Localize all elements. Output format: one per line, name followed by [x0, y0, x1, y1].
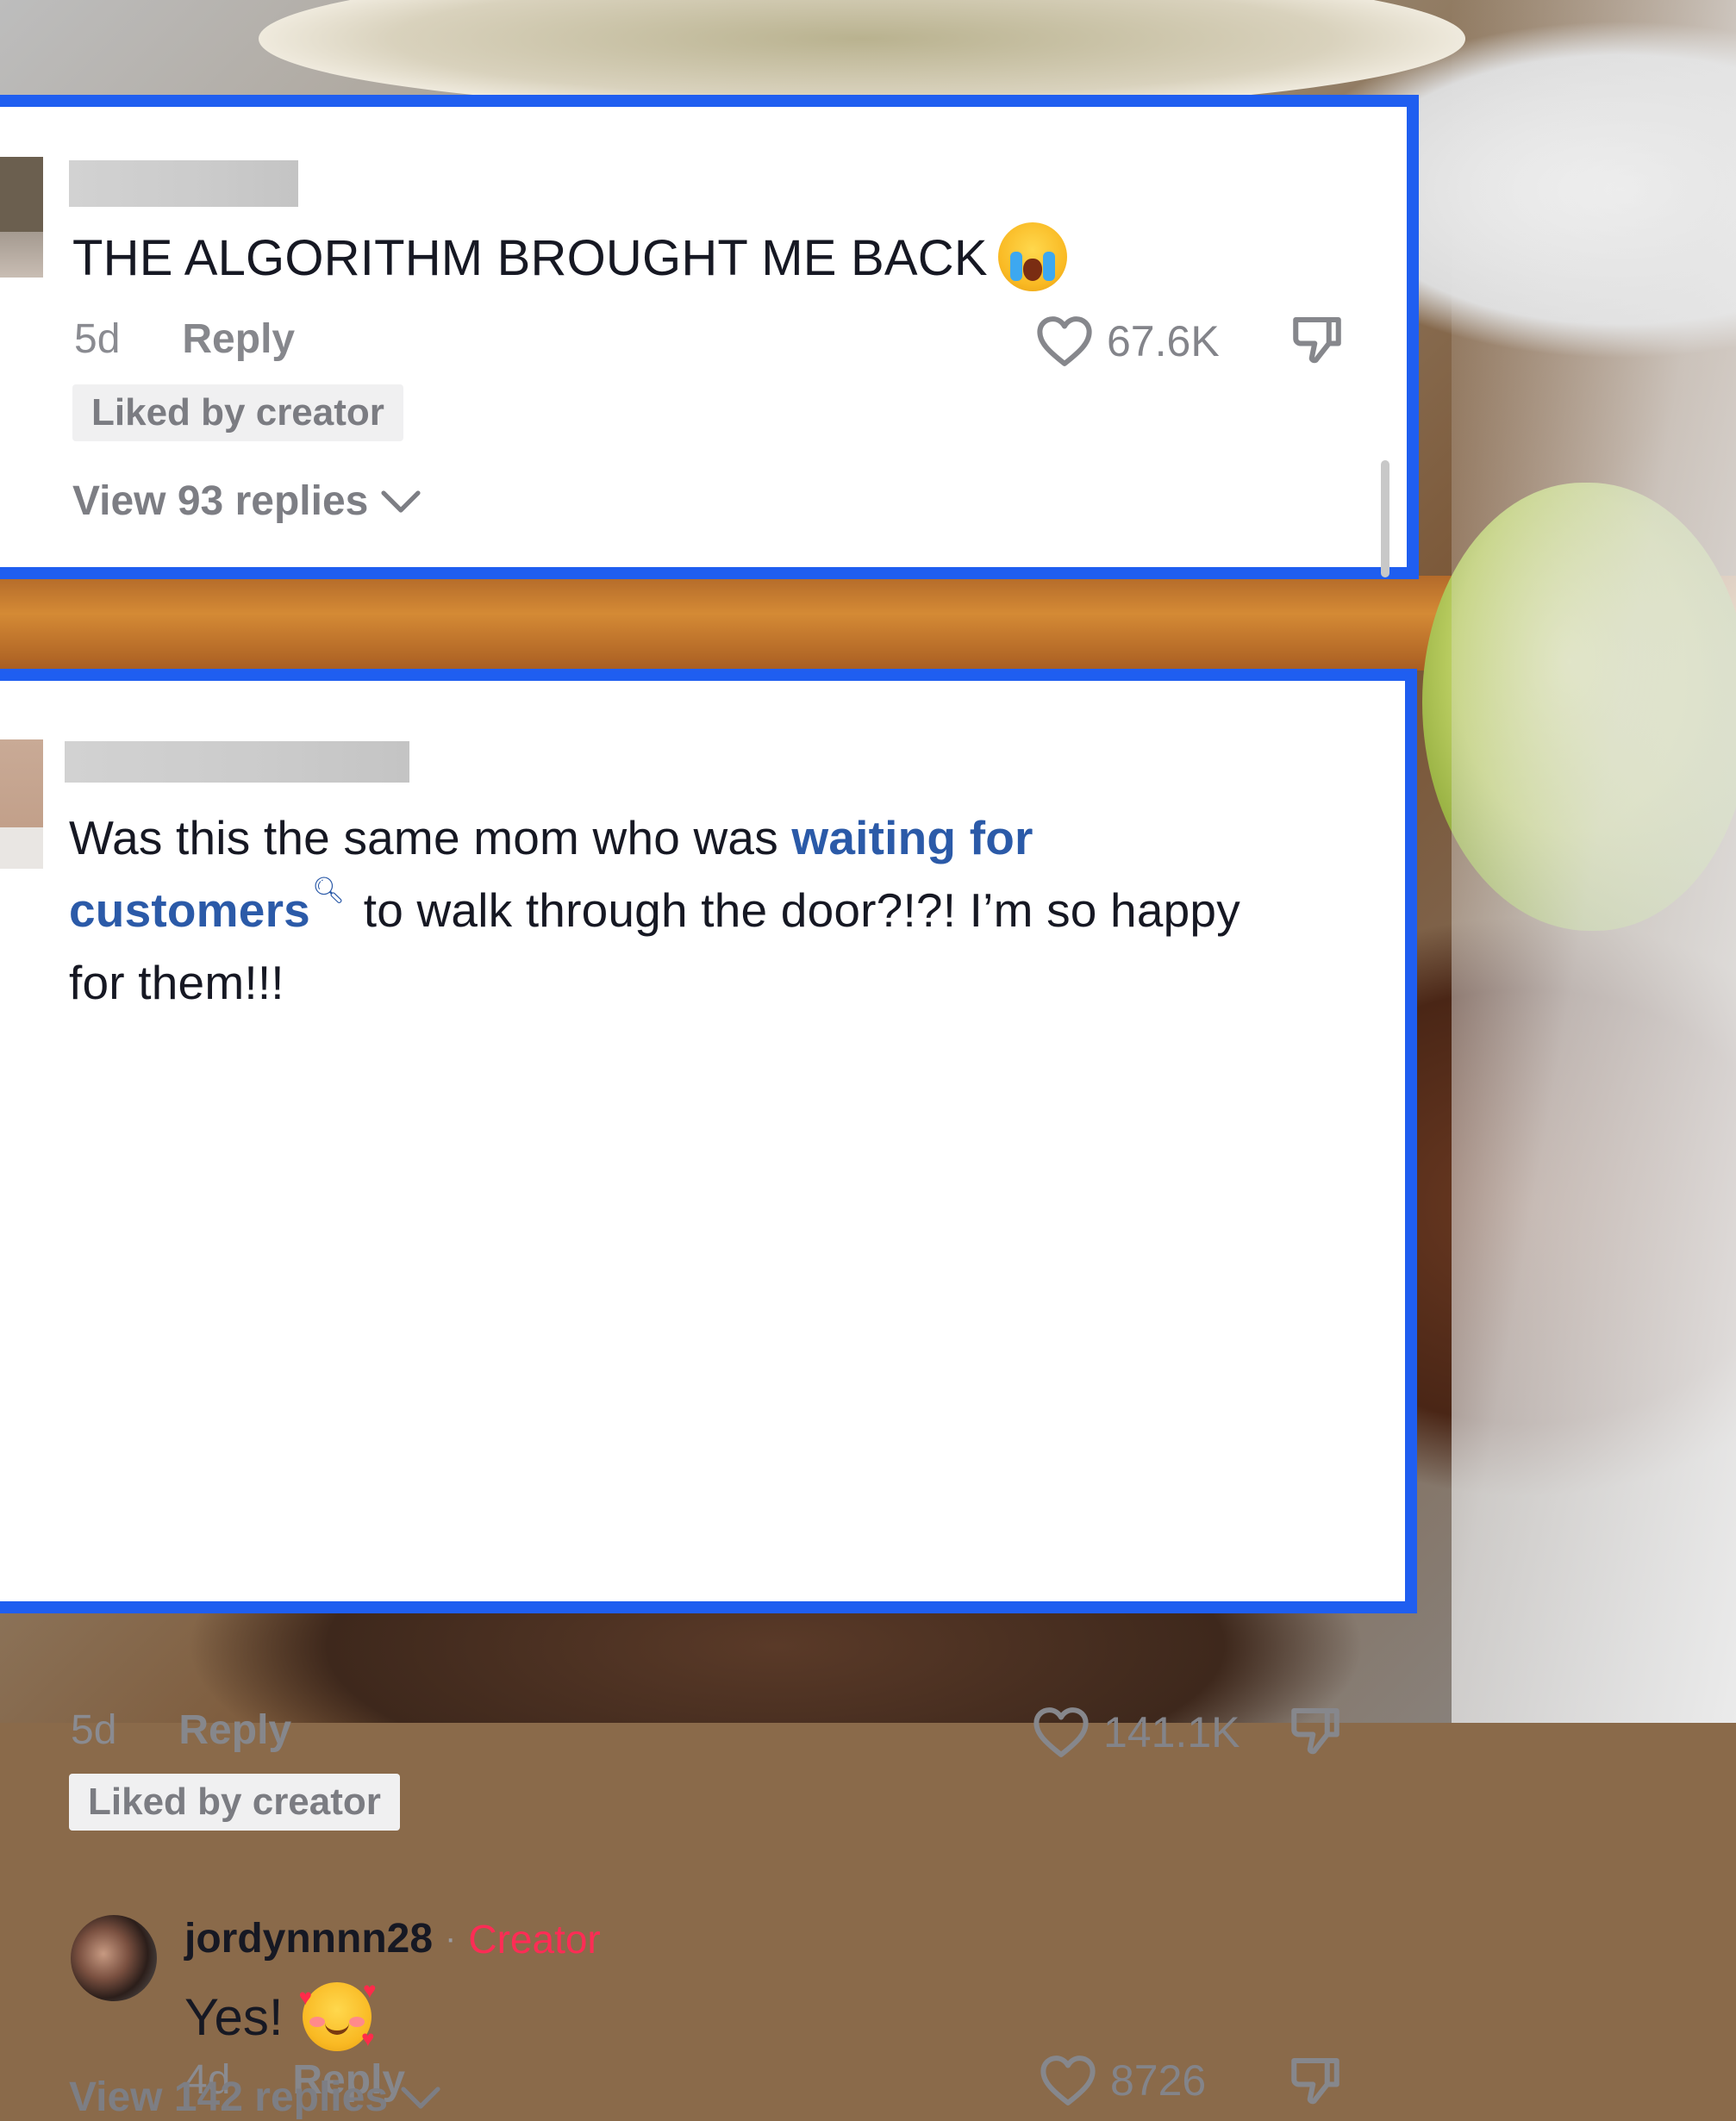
- creator-header: jordynnnn28 · Creator: [184, 1915, 601, 1962]
- comment-text: THE ALGORITHM BROUGHT ME BACK: [72, 221, 1067, 296]
- dislike-icon[interactable]: [1286, 2051, 1345, 2108]
- scrollbar[interactable]: [1381, 460, 1389, 577]
- avatar[interactable]: [0, 739, 43, 869]
- like-button[interactable]: 8726: [1040, 2055, 1206, 2106]
- reply-button[interactable]: Reply: [182, 315, 295, 363]
- comment-age: 5d: [74, 316, 121, 362]
- creator-reply-text: Yes! ♥ ♥ ♥: [184, 1977, 377, 2051]
- redacted-username: [69, 160, 298, 207]
- liked-by-creator-badge: Liked by creator: [72, 384, 403, 441]
- view-replies-label: View 93 replies: [72, 478, 369, 524]
- dislike-icon[interactable]: [1288, 310, 1346, 367]
- like-button[interactable]: 141.1K: [1033, 1706, 1240, 1758]
- redacted-username: [65, 741, 409, 783]
- liked-by-creator-badge: Liked by creator: [69, 1774, 400, 1831]
- chevron-down-icon: [380, 477, 422, 525]
- reply-button[interactable]: Reply: [178, 1706, 291, 1754]
- heart-icon[interactable]: [1036, 315, 1093, 367]
- heart-icon[interactable]: [1040, 2055, 1096, 2106]
- search-icon[interactable]: 🔍︎: [312, 874, 345, 908]
- creator-tag: Creator: [468, 1916, 601, 1962]
- view-replies-label: View 142 replies: [69, 2074, 389, 2120]
- like-count: 67.6K: [1107, 317, 1220, 365]
- dislike-icon[interactable]: [1286, 1701, 1345, 1758]
- like-count: 8726: [1110, 2056, 1207, 2105]
- creator-avatar[interactable]: [71, 1915, 157, 2001]
- view-replies-button[interactable]: View 142 replies: [69, 2074, 441, 2121]
- comment-body: THE ALGORITHM BROUGHT ME BACK: [72, 230, 988, 286]
- chevron-down-icon: [400, 2074, 441, 2121]
- crying-face-emoji-icon: [997, 221, 1067, 291]
- view-replies-button[interactable]: View 93 replies: [72, 477, 422, 525]
- foil-wrap: [1452, 0, 1736, 1723]
- comment-text: Was this the same mom who was waiting fo…: [69, 802, 1276, 1019]
- like-count: 141.1K: [1103, 1708, 1240, 1756]
- heart-icon[interactable]: [1033, 1706, 1090, 1758]
- avatar[interactable]: [0, 157, 43, 278]
- creator-username[interactable]: jordynnnn28: [184, 1915, 433, 1962]
- comment-card-2: Was this the same mom who was waiting fo…: [0, 669, 1417, 2120]
- comment-meta: 5d Reply: [74, 315, 295, 363]
- comment-card-1: THE ALGORITHM BROUGHT ME BACK 5d Reply 6…: [0, 95, 1419, 579]
- like-button[interactable]: 67.6K: [1036, 315, 1220, 367]
- smiling-face-with-hearts-emoji-icon: ♥ ♥ ♥: [298, 1977, 377, 2051]
- creator-reply-body: Yes!: [184, 1987, 284, 2046]
- comment-meta: 5d Reply: [71, 1706, 291, 1754]
- comment-age: 5d: [71, 1707, 117, 1753]
- comment-body-start: Was this the same mom who was: [69, 811, 792, 864]
- separator-dot: ·: [445, 1919, 457, 1957]
